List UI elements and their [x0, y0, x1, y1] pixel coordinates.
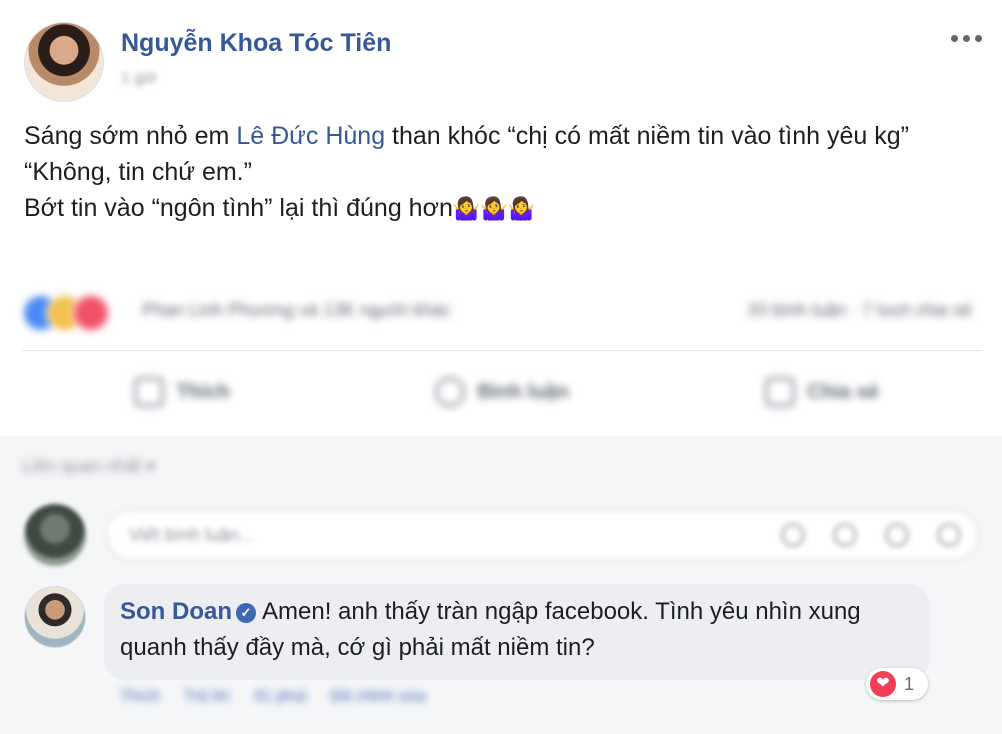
commenter-name[interactable]: Son Doan — [120, 598, 232, 625]
verified-badge-icon: ✓ — [236, 603, 256, 623]
gif-icon[interactable] — [885, 523, 909, 547]
more-options-icon[interactable] — [946, 28, 986, 48]
like-label: Thích — [176, 380, 230, 403]
comment-time[interactable]: 41 phút — [253, 688, 306, 706]
comment-reply-link[interactable]: Trả lời — [184, 688, 229, 706]
commenter-avatar[interactable] — [24, 586, 86, 648]
post-actions: Thích Bình luận Chia sẻ — [22, 356, 982, 428]
facebook-post: Nguyễn Khoa Tóc Tiên 1 giờ Sáng sớm nhỏ … — [0, 0, 1002, 734]
thumbs-up-icon — [134, 377, 165, 407]
share-icon — [765, 377, 796, 407]
mention-link[interactable]: Lê Đức Hùng — [236, 122, 385, 150]
comment-share-counts[interactable]: 33 bình luận · 7 lượt chia sẻ — [747, 300, 972, 321]
comment-reaction-badge[interactable]: ❤ 1 — [866, 668, 928, 700]
comment-edited-label[interactable]: Đã chỉnh sửa — [331, 688, 426, 706]
comments-section: Liên quan nhất ▾ Viết bình luận... Son D… — [0, 436, 1002, 734]
post-line-1: Sáng sớm nhỏ em Lê Đức Hùng than khóc “c… — [24, 118, 974, 154]
like-button[interactable]: Thích — [22, 356, 342, 428]
author-avatar[interactable] — [24, 22, 104, 102]
post-timestamp[interactable]: 1 giờ — [121, 70, 157, 88]
comment-actions: Thích Trả lời 41 phút Đã chỉnh sửa — [120, 688, 426, 706]
reactions-summary[interactable]: Phan Linh Phương và 13K người khác 33 bì… — [22, 288, 982, 336]
post-line-2: “Không, tin chứ em.” — [24, 158, 252, 186]
post-text-segment: than khóc “chị có mất niềm tin vào tình … — [385, 122, 909, 150]
comment-bubble: Son Doan ✓ Amen! anh thấy tràn ngập facebo… — [104, 584, 930, 680]
love-reaction-icon — [72, 294, 110, 332]
comment-filter-dropdown[interactable]: Liên quan nhất ▾ — [22, 456, 155, 477]
reactors-text[interactable]: Phan Linh Phương và 13K người khác — [142, 300, 451, 321]
post-text-segment: Sáng sớm nhỏ em — [24, 122, 237, 150]
sticker-icon[interactable] — [937, 523, 961, 547]
comment-input-placeholder: Viết bình luận... — [129, 525, 254, 545]
author-name[interactable]: Nguyễn Khoa Tóc Tiên — [121, 29, 391, 58]
emoji-icon[interactable] — [781, 523, 805, 547]
comment-input[interactable]: Viết bình luận... — [106, 510, 978, 560]
comment-text-block: Son Doan ✓ Amen! anh thấy tràn ngập facebo… — [120, 594, 910, 666]
comment-like-link[interactable]: Thích — [120, 688, 160, 706]
share-button[interactable]: Chia sẻ — [662, 356, 982, 428]
share-label: Chia sẻ — [807, 380, 879, 403]
current-user-avatar — [24, 504, 86, 566]
post-text-segment: Bớt tin vào “ngôn tình” lại thì đúng hơn — [24, 194, 453, 222]
camera-icon[interactable] — [833, 523, 857, 547]
reaction-count: 1 — [904, 673, 915, 694]
comment-button[interactable]: Bình luận — [342, 356, 662, 428]
heart-icon: ❤ — [870, 671, 896, 697]
post-line-3: Bớt tin vào “ngôn tình” lại thì đúng hơn… — [24, 190, 974, 227]
shrug-emoji-icon: 🤷‍♀️🤷‍♀️🤷‍♀️ — [452, 196, 536, 221]
comment-input-tools — [781, 523, 961, 547]
post-body: Sáng sớm nhỏ em Lê Đức Hùng than khóc “c… — [24, 118, 974, 227]
comment-label: Bình luận — [477, 380, 569, 403]
comment-icon — [435, 377, 466, 407]
divider — [22, 350, 982, 351]
